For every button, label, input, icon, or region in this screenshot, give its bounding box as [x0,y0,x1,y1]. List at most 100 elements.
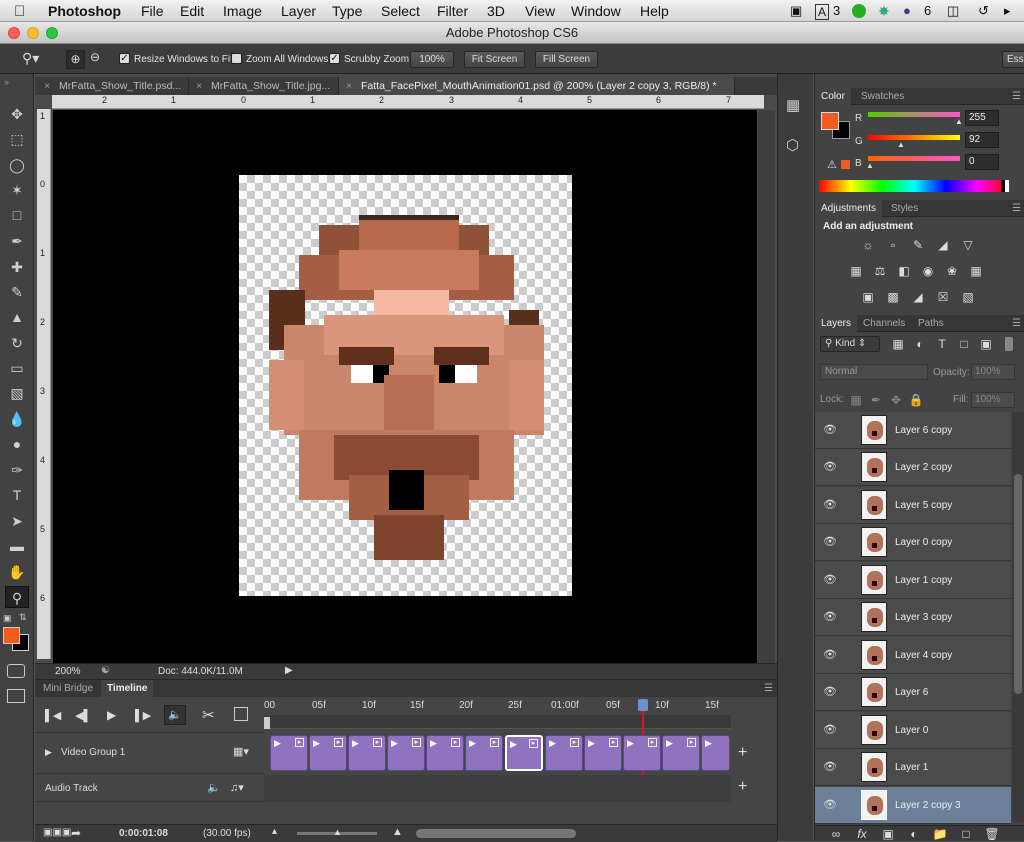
eye-icon[interactable]: 👁 [823,798,837,812]
link-layers-icon[interactable]: ∞ [827,827,845,841]
tab-channels[interactable]: Channels [857,315,911,332]
invert-icon[interactable]: ▣ [859,290,877,304]
new-layer-icon[interactable]: □ [957,827,975,841]
layers-scrollbar-thumb[interactable] [1014,474,1022,694]
time-machine-icon[interactable]: ↺ [978,3,989,19]
r-slider[interactable] [868,112,960,117]
hand-tool-icon[interactable]: ✋ [5,561,29,583]
zoom-out-timeline-icon[interactable]: ▴ [272,826,277,837]
threshold-icon[interactable]: ◢ [909,290,927,304]
panel-menu-icon[interactable]: ☰ [1012,315,1021,332]
tab-face-pixel-psd[interactable]: × Fatta_FacePixel_MouthAnimation01.psd @ … [339,77,735,95]
music-note-icon[interactable]: ♫▾ [230,781,244,794]
b-slider[interactable] [868,156,960,161]
healing-brush-tool-icon[interactable]: ✚ [5,256,29,278]
eye-icon[interactable]: 👁 [823,723,837,737]
zoom-in-icon[interactable]: ⊕ [66,50,85,69]
levels-icon[interactable]: ▫ [884,238,902,252]
collapse-arrows-icon[interactable]: » [4,77,9,87]
layer-row[interactable]: 👁 Layer 3 copy [815,599,1011,636]
selective-color-icon[interactable]: ☒ [934,290,952,304]
color-balance-icon[interactable]: ⚖ [871,264,889,278]
menu-image[interactable]: Image [223,3,262,19]
opacity-input[interactable]: 100% [971,364,1015,380]
exposure-icon[interactable]: ◢ [934,238,952,252]
black-white-icon[interactable]: ◧ [895,264,913,278]
screen-mode-icon[interactable] [7,689,25,703]
menu-help[interactable]: Help [640,3,669,19]
scrubby-zoom-checkbox[interactable]: ✓ [329,53,340,64]
dodge-tool-icon[interactable]: ● [5,433,29,455]
menu-app-name[interactable]: Photoshop [48,3,121,19]
video-clip[interactable]: ▶ ▸ [662,735,700,771]
eye-icon[interactable]: 👁 [823,535,837,549]
mute-audio-icon[interactable]: 🔈 [164,705,186,725]
blend-mode-select[interactable]: Normal [820,364,928,380]
delete-layer-icon[interactable]: 🗑 [983,827,1001,841]
hue-saturation-icon[interactable]: ▦ [847,264,865,278]
gradient-tool-icon[interactable]: ▧ [5,382,29,404]
g-slider[interactable] [868,135,960,140]
video-clip[interactable]: ▶ ▸ [426,735,464,771]
history-panel-icon[interactable]: ▦ [786,96,806,120]
video-clip[interactable]: ▶ ▸ [348,735,386,771]
move-tool-icon[interactable]: ✥ [5,103,29,125]
first-frame-icon[interactable]: ▌◀ [45,709,61,722]
resize-windows-checkbox[interactable]: ✓ [119,53,130,64]
apple-menu-icon[interactable]:  [14,3,25,20]
spectrum-bw-swatch[interactable] [1001,180,1009,192]
layer-name[interactable]: Layer 2 copy [895,462,952,473]
filter-toggle-switch[interactable] [1005,337,1013,351]
video-clip[interactable]: ▶ ▸ [623,735,661,771]
panel-menu-icon[interactable]: ☰ [1012,88,1021,105]
timeline-horizontal-scrollbar[interactable] [416,829,576,838]
channel-mixer-icon[interactable]: ❀ [943,264,961,278]
tab-paths[interactable]: Paths [912,315,950,332]
gamut-warning-icon[interactable]: ⚠ [827,158,837,171]
eye-icon[interactable]: 👁 [823,573,837,587]
transition-icon[interactable] [234,707,248,721]
rectangle-tool-icon[interactable]: ▬ [5,535,29,557]
zoom-tool-preset-icon[interactable]: ⚲▾ [22,50,39,67]
next-frame-icon[interactable]: ▌▶ [135,709,151,722]
menu-layer[interactable]: Layer [281,3,316,19]
vibrance-icon[interactable]: ▽ [959,238,977,252]
layer-name[interactable]: Layer 1 copy [895,575,952,586]
zoom-out-icon[interactable]: ⊖ [90,50,100,64]
layer-row-selected[interactable]: 👁 Layer 2 copy 3 [815,787,1011,824]
3d-panel-icon[interactable]: ⬡ [786,136,806,160]
tab-color[interactable]: Color [815,88,851,105]
zoom-level[interactable]: 200% [55,666,81,677]
fill-screen-button[interactable]: Fill Screen [535,51,598,68]
layer-name[interactable]: Layer 5 copy [895,500,952,511]
layer-row[interactable]: 👁 Layer 4 copy [815,637,1011,674]
sync-icon[interactable]: ✸ [878,3,890,20]
eye-icon[interactable]: 👁 [823,460,837,474]
tab-mini-bridge[interactable]: Mini Bridge [37,680,99,697]
posterize-icon[interactable]: ▩ [884,290,902,304]
eye-icon[interactable]: 👁 [823,498,837,512]
eye-icon[interactable]: 👁 [823,423,837,437]
artboard[interactable] [239,175,572,596]
eye-icon[interactable]: 👁 [823,648,837,662]
magic-wand-tool-icon[interactable]: ✶ [5,179,29,201]
video-clip[interactable]: ▶ ▸ [584,735,622,771]
r-value-input[interactable]: 255 [965,110,999,126]
playhead-handle[interactable] [638,699,648,711]
status-menu-arrow-icon[interactable]: ▶ [285,665,293,676]
film-strip-icon[interactable]: ▦▾ [233,745,249,758]
essentials-workspace-button[interactable]: Ess [1002,51,1024,68]
vertical-scrollbar[interactable] [758,110,775,663]
type-tool-icon[interactable]: T [5,484,29,506]
expand-track-icon[interactable]: ▶ [45,747,52,758]
clone-stamp-tool-icon[interactable]: ▲ [5,306,29,328]
menu-3d[interactable]: 3D [487,3,505,19]
path-selection-tool-icon[interactable]: ➤ [5,510,29,532]
g-value-input[interactable]: 92 [965,132,999,148]
fit-screen-button[interactable]: Fit Screen [464,51,525,68]
gradient-map-icon[interactable]: ▧ [959,290,977,304]
photo-filter-icon[interactable]: ◉ [919,264,937,278]
lock-position-icon[interactable]: ✥ [887,393,905,407]
lock-all-icon[interactable]: 🔒 [907,393,925,407]
pen-tool-icon[interactable]: ✑ [5,459,29,481]
